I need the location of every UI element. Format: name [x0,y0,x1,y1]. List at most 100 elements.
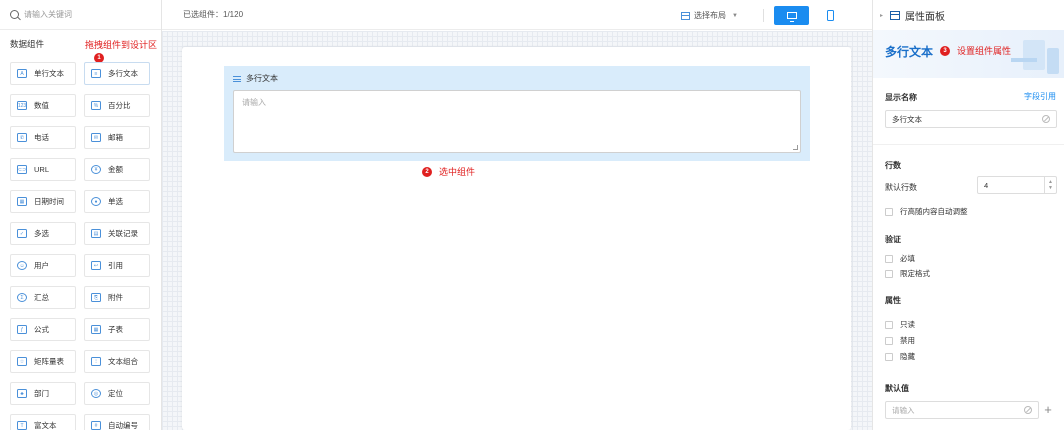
layout-select[interactable]: 选择布局 ▼ [681,10,738,21]
component-item-label: 金额 [108,165,123,174]
readonly-checkbox[interactable]: 只读 [885,319,915,330]
component-search[interactable]: 请输入关键词 [0,0,161,30]
component-item[interactable]: ≡ 多行文本 [84,62,150,85]
checkbox-box[interactable] [885,320,893,329]
checkbox-box[interactable] [885,336,893,345]
component-item-label: 单选 [108,197,123,206]
component-item[interactable]: T 富文本 [10,414,76,430]
link-icon: ⊂⊃ [17,165,27,174]
component-item[interactable]: # 自动编号 [84,414,150,430]
multiline-text-icon: ≡ [91,69,101,78]
default-rows-stepper[interactable]: 4 ▲ ▼ [977,176,1057,194]
component-item[interactable]: ◎ 定位 [84,382,150,405]
checkbox-box[interactable] [885,254,893,263]
rows-section-title: 行数 [885,161,901,170]
layout-select-label: 选择布局 [694,11,726,20]
component-item[interactable]: ⎘ 附件 [84,286,150,309]
collapse-arrow-icon[interactable]: ▸ [880,12,883,19]
checkbox-box[interactable] [885,352,893,361]
add-icon[interactable]: + [1041,403,1055,417]
reference-icon: ↩ [91,261,101,270]
display-name-label: 显示名称 [885,93,917,102]
banner-illustration [1023,40,1045,70]
checkbox-box[interactable] [885,269,893,278]
component-item[interactable]: ♣ 部门 [10,382,76,405]
autonumber-icon: # [91,421,101,430]
multiline-text-icon [233,75,241,82]
design-canvas: 多行文本 请输入 2 选中组件 [162,31,872,430]
clear-icon[interactable] [1042,115,1050,123]
component-item[interactable]: ☆ 矩阵量表 [10,350,76,373]
property-panel-header: ▸ 属性面板 [873,0,1064,30]
hidden-checkbox[interactable]: 隐藏 [885,351,915,362]
component-item[interactable]: ✆ 电话 [10,126,76,149]
component-item[interactable]: Σ 汇总 [10,286,76,309]
auto-height-checkbox[interactable]: 行高随内容自动调整 [885,206,968,217]
display-name-input[interactable]: 多行文本 [885,110,1057,128]
search-input[interactable]: 请输入关键词 [24,9,72,20]
disabled-label: 禁用 [900,336,915,345]
panel-icon [890,10,901,20]
readonly-label: 只读 [900,320,915,329]
calendar-icon: ▦ [17,197,27,206]
component-item[interactable]: ▦ 日期时间 [10,190,76,213]
component-item[interactable]: A 单行文本 [10,62,76,85]
required-checkbox[interactable]: 必填 [885,253,915,264]
component-item[interactable]: % 百分比 [84,94,150,117]
component-item[interactable]: ✉ 邮箱 [84,126,150,149]
component-item[interactable]: 123 数值 [10,94,76,117]
location-icon: ◎ [91,389,101,398]
mobile-view-button[interactable] [823,8,837,23]
component-item[interactable]: ☺ 用户 [10,254,76,277]
org-icon: ♣ [17,389,27,398]
component-item-label: 子表 [108,325,123,334]
component-item[interactable]: ¥ 金额 [84,158,150,181]
component-item[interactable]: ƒ 公式 [10,318,76,341]
checkbox-icon: ✓ [17,229,27,238]
component-panel: 请输入关键词 数据组件 拖拽组件到设计区 1 A 单行文本 ≡ 多行文本 123 数值% 百… [0,0,162,430]
checkbox-box[interactable] [885,207,893,216]
phone-icon: ✆ [17,133,27,142]
component-panel-header: 数据组件 拖拽组件到设计区 [10,38,157,51]
component-item[interactable]: ⊂⊃ URL [10,158,76,181]
clear-icon[interactable] [1024,406,1032,414]
mail-icon: ✉ [91,133,101,142]
format-checkbox[interactable]: 限定格式 [885,268,930,279]
component-item-label: 单行文本 [34,69,64,78]
stepper-arrows[interactable]: ▲ ▼ [1044,177,1056,193]
disabled-checkbox[interactable]: 禁用 [885,335,915,346]
desktop-view-button[interactable] [774,6,809,25]
component-item[interactable]: ▦ 子表 [84,318,150,341]
component-item-label: 自动编号 [108,421,138,430]
stepper-down-icon[interactable]: ▼ [1048,185,1053,191]
field-reference-link[interactable]: 字段引用 [1024,91,1056,102]
resize-handle-icon[interactable] [793,145,798,150]
component-item-label: 用户 [34,261,49,270]
component-item[interactable]: ↩ 引用 [84,254,150,277]
component-item-label: 引用 [108,261,123,270]
required-label: 必填 [900,254,915,263]
attachment-icon: ⎘ [91,293,101,302]
component-item[interactable]: ⁝ 文本组合 [84,350,150,373]
component-item-label: 百分比 [108,101,131,110]
default-value-input[interactable]: 请输入 [885,401,1039,419]
multiline-textarea[interactable]: 请输入 [233,90,801,153]
user-icon: ☺ [17,261,27,270]
component-item-label: 多选 [34,229,49,238]
percent-icon: % [91,101,101,110]
format-label: 限定格式 [900,269,930,278]
component-item-label: URL [34,165,50,174]
component-item[interactable]: ✓ 多选 [10,222,76,245]
summary-icon: Σ [17,293,27,302]
component-item[interactable]: ▤ 关联记录 [84,222,150,245]
top-toolbar: 已选组件：1/120 选择布局 ▼ [162,0,872,30]
component-grid: A 单行文本 ≡ 多行文本 123 数值% 百分比 ✆ 电话 ✉ 邮箱 ⊂⊃ URL ¥ 金额 ▦ 日期时间 ● 单… [10,62,156,430]
textarea-placeholder: 请输入 [242,98,266,107]
set-props-hint-text: 设置组件属性 [957,46,1012,56]
selected-component[interactable]: 多行文本 请输入 [224,66,810,161]
display-name-value: 多行文本 [892,114,922,124]
text-a-icon: A [17,69,27,78]
component-item[interactable]: ● 单选 [84,190,150,213]
phone-device-icon [826,10,834,21]
component-item-label: 公式 [34,325,49,334]
